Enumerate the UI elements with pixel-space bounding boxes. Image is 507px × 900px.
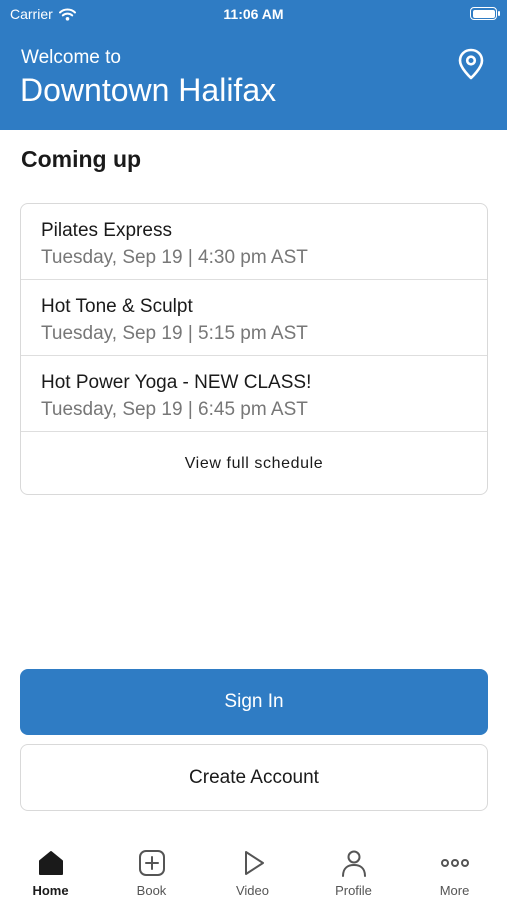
person-icon: [342, 850, 366, 877]
battery-icon: [470, 7, 500, 20]
view-full-schedule-link[interactable]: View full schedule: [21, 432, 487, 494]
more-icon: [441, 859, 469, 867]
tab-home[interactable]: Home: [0, 838, 101, 900]
clock: 11:06 AM: [223, 6, 284, 22]
class-name: Hot Tone & Sculpt: [41, 296, 193, 317]
location-title: Downtown Halifax: [20, 72, 277, 108]
play-icon: [245, 851, 264, 875]
upcoming-classes-card: Pilates Express Tuesday, Sep 19 | 4:30 p…: [20, 203, 488, 495]
tab-bar: Home Book Video Profile More: [0, 838, 507, 900]
tab-label: Home: [32, 883, 69, 898]
tab-profile[interactable]: Profile: [303, 838, 404, 900]
tab-video[interactable]: Video: [202, 838, 303, 900]
home-icon: [39, 851, 63, 875]
plus-square-icon: [139, 850, 165, 876]
welcome-label: Welcome to: [21, 47, 121, 68]
class-time: Tuesday, Sep 19 | 5:15 pm AST: [41, 323, 308, 344]
tab-label: More: [439, 883, 470, 898]
class-time: Tuesday, Sep 19 | 4:30 pm AST: [41, 247, 308, 268]
create-account-button[interactable]: Create Account: [20, 744, 488, 811]
status-bar: Carrier 11:06 AM: [0, 0, 507, 28]
app-header: Welcome to Downtown Halifax: [0, 28, 507, 130]
tab-label: Video: [235, 883, 269, 898]
class-list-item[interactable]: Hot Power Yoga - NEW CLASS! Tuesday, Sep…: [21, 356, 487, 432]
class-name: Pilates Express: [41, 220, 172, 241]
class-list-item[interactable]: Hot Tone & Sculpt Tuesday, Sep 19 | 5:15…: [21, 280, 487, 356]
class-name: Hot Power Yoga - NEW CLASS!: [41, 372, 312, 393]
tab-label: Profile: [335, 883, 372, 898]
tab-book[interactable]: Book: [101, 838, 202, 900]
location-pin-icon[interactable]: [457, 48, 485, 80]
section-title: Coming up: [21, 146, 142, 172]
tab-more[interactable]: More: [404, 838, 505, 900]
tab-label: Book: [136, 883, 167, 898]
class-time: Tuesday, Sep 19 | 6:45 pm AST: [41, 399, 308, 420]
class-list-item[interactable]: Pilates Express Tuesday, Sep 19 | 4:30 p…: [21, 204, 487, 280]
sign-in-button[interactable]: Sign In: [20, 669, 488, 735]
